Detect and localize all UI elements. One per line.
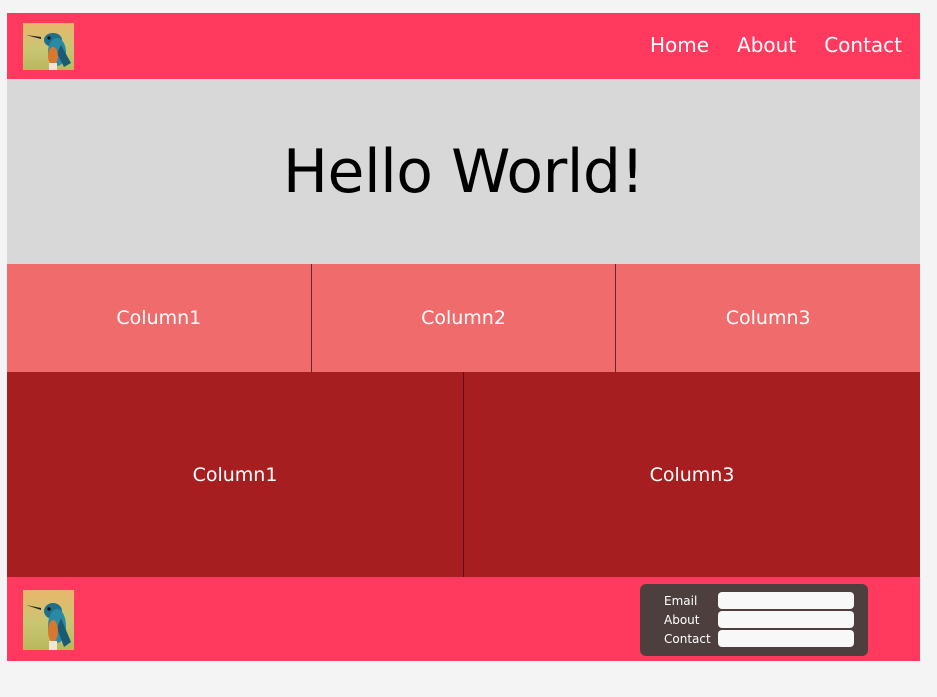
kingfisher-icon: [23, 590, 74, 650]
main-nav: Home About Contact: [650, 33, 902, 57]
row3-column-1: Column1: [7, 264, 312, 372]
page: Home About Contact Hello World! Column1 …: [7, 13, 920, 661]
row2-column-1: Column1: [7, 372, 464, 577]
email-label: Email: [664, 594, 698, 608]
contact-label: Contact: [664, 632, 711, 646]
footer-logo-kingfisher-image[interactable]: [23, 590, 74, 650]
kingfisher-icon: [23, 23, 74, 70]
hero-title: Hello World!: [282, 136, 645, 207]
site-header: Home About Contact: [7, 13, 920, 79]
row2-column-2: Column3: [649, 463, 735, 486]
site-footer: Email About Contact: [7, 577, 920, 661]
two-column-row: Column1 Column3: [7, 372, 920, 577]
nav-about[interactable]: About: [737, 33, 796, 57]
email-field[interactable]: [718, 592, 854, 609]
form-row-email: Email: [640, 592, 868, 610]
three-column-row: Column1 Column2 Column3: [7, 264, 920, 372]
logo-kingfisher-image[interactable]: [23, 23, 74, 70]
about-label: About: [664, 613, 700, 627]
contact-form: Email About Contact: [640, 584, 868, 656]
nav-home[interactable]: Home: [650, 33, 709, 57]
form-row-contact: Contact: [640, 630, 868, 648]
contact-field[interactable]: [718, 630, 854, 647]
about-field[interactable]: [718, 611, 854, 628]
row3-column-2: Column2: [312, 264, 617, 372]
form-row-about: About: [640, 611, 868, 629]
row3-column-3: Column3: [725, 307, 811, 329]
hero-section: Hello World!: [7, 79, 920, 264]
nav-contact[interactable]: Contact: [824, 33, 902, 57]
